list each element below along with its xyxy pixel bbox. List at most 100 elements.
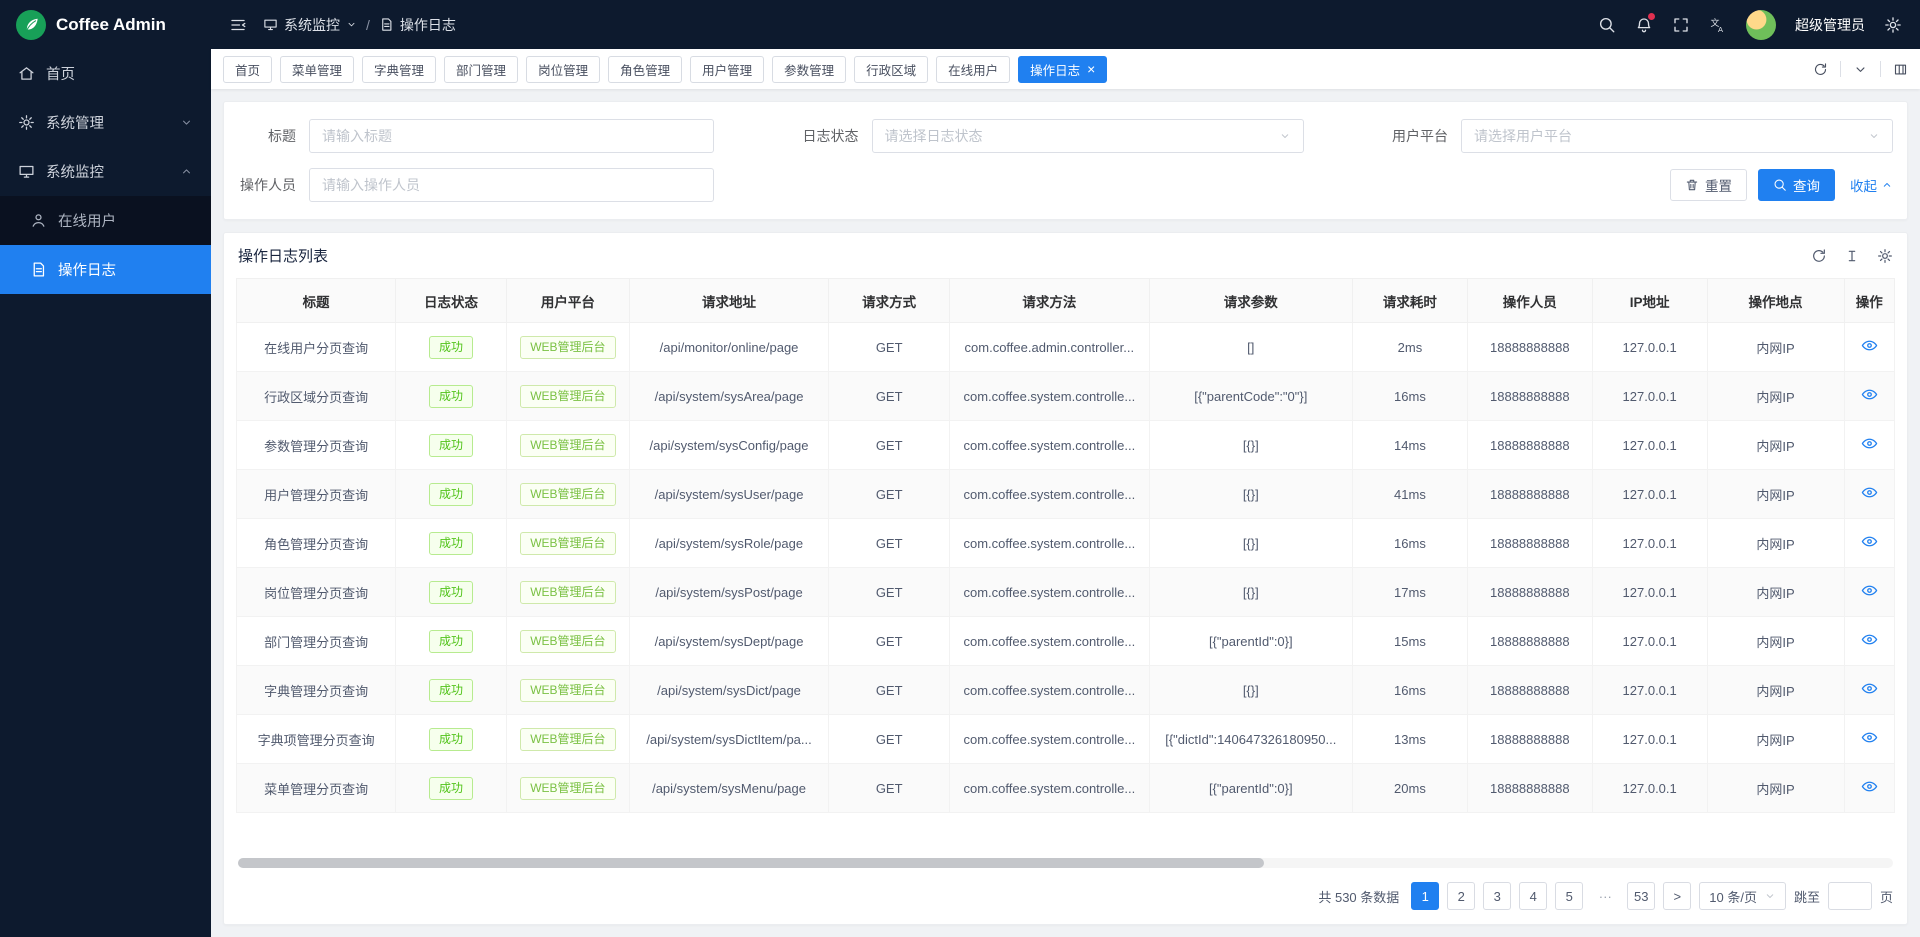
tab-item[interactable]: 操作日志× <box>1018 56 1107 83</box>
fullscreen-icon[interactable] <box>1672 16 1690 34</box>
cell-action <box>1844 617 1894 666</box>
page-button-5[interactable]: 5 <box>1555 882 1583 910</box>
platform-tag: WEB管理后台 <box>520 532 615 555</box>
cell-ip: 127.0.0.1 <box>1592 470 1707 519</box>
page-button-2[interactable]: 2 <box>1447 882 1475 910</box>
cell-method: GET <box>829 372 950 421</box>
reset-button[interactable]: 重置 <box>1670 169 1747 201</box>
scrollbar-thumb[interactable] <box>238 858 1264 868</box>
table-density-icon[interactable] <box>1844 248 1860 264</box>
avatar[interactable] <box>1746 10 1776 40</box>
view-detail-icon[interactable] <box>1861 729 1878 746</box>
search-button[interactable]: 查询 <box>1758 169 1835 201</box>
cell-params: [{}] <box>1149 470 1352 519</box>
tabs-layout-icon[interactable] <box>1893 62 1908 77</box>
view-detail-icon[interactable] <box>1861 435 1878 452</box>
cell-ip: 127.0.0.1 <box>1592 519 1707 568</box>
cell-url: /api/system/sysArea/page <box>629 372 828 421</box>
user-platform-select[interactable]: 请选择用户平台 <box>1461 119 1893 153</box>
tab-list: 首页菜单管理字典管理部门管理岗位管理角色管理用户管理参数管理行政区域在线用户操作… <box>223 56 1813 83</box>
tabs-refresh-icon[interactable] <box>1813 62 1828 77</box>
sidebar-subitem[interactable]: 在线用户 <box>0 196 211 245</box>
tab-close-icon[interactable]: × <box>1087 62 1095 76</box>
status-tag: 成功 <box>429 581 473 604</box>
tab-item[interactable]: 菜单管理 <box>280 56 354 83</box>
cell-duration: 15ms <box>1353 617 1468 666</box>
chevron-up-icon <box>1881 179 1893 191</box>
coffee-leaf-icon <box>16 10 46 40</box>
cell-url: /api/system/sysDictItem/pa... <box>629 715 828 764</box>
operator-input[interactable] <box>309 168 714 202</box>
sidebar-item[interactable]: 首页 <box>0 49 211 98</box>
tabs-dropdown-icon[interactable] <box>1853 62 1868 77</box>
tab-item[interactable]: 参数管理 <box>772 56 846 83</box>
log-table-card: 操作日志列表 标题日志状态用户平台请求地址请求方式请求方法请求参数请求耗时操作人… <box>223 232 1908 925</box>
view-detail-icon[interactable] <box>1861 484 1878 501</box>
column-header-platform: 用户平台 <box>506 279 629 323</box>
notifications-button[interactable] <box>1635 16 1653 34</box>
tab-item[interactable]: 用户管理 <box>690 56 764 83</box>
cell-platform: WEB管理后台 <box>506 470 629 519</box>
log-status-select[interactable]: 请选择日志状态 <box>872 119 1304 153</box>
page-button-3[interactable]: 3 <box>1483 882 1511 910</box>
cell-params: [{}] <box>1149 421 1352 470</box>
jump-page-input[interactable] <box>1828 882 1872 910</box>
translate-icon[interactable]: 文A <box>1709 16 1727 34</box>
tab-item[interactable]: 部门管理 <box>444 56 518 83</box>
view-detail-icon[interactable] <box>1861 533 1878 550</box>
tab-bar: 首页菜单管理字典管理部门管理岗位管理角色管理用户管理参数管理行政区域在线用户操作… <box>211 49 1920 89</box>
tab-item[interactable]: 角色管理 <box>608 56 682 83</box>
cell-handler: com.coffee.admin.controller... <box>950 323 1149 372</box>
title-input[interactable] <box>309 119 714 153</box>
notification-badge <box>1648 13 1655 20</box>
cell-status: 成功 <box>396 764 507 813</box>
header-settings-icon[interactable] <box>1884 16 1902 34</box>
log-row: 菜单管理分页查询成功WEB管理后台/api/system/sysMenu/pag… <box>237 764 1895 813</box>
sidebar-toggle-icon[interactable] <box>229 16 247 34</box>
cell-location: 内网IP <box>1707 323 1844 372</box>
breadcrumb-item[interactable]: 系统监控 <box>263 15 357 35</box>
horizontal-scrollbar[interactable] <box>238 858 1893 868</box>
tab-item[interactable]: 行政区域 <box>854 56 928 83</box>
table-refresh-icon[interactable] <box>1811 248 1827 264</box>
page-button-53[interactable]: 53 <box>1627 882 1655 910</box>
page-button-1[interactable]: 1 <box>1411 882 1439 910</box>
tab-item[interactable]: 岗位管理 <box>526 56 600 83</box>
sidebar-item[interactable]: 系统管理 <box>0 98 211 147</box>
cell-action <box>1844 470 1894 519</box>
sidebar-item[interactable]: 系统监控 <box>0 147 211 196</box>
sidebar-subitem[interactable]: 操作日志 <box>0 245 211 294</box>
page-size-select[interactable]: 10 条/页 <box>1699 882 1786 910</box>
tab-item[interactable]: 首页 <box>223 56 272 83</box>
log-row: 部门管理分页查询成功WEB管理后台/api/system/sysDept/pag… <box>237 617 1895 666</box>
cell-params: [{}] <box>1149 666 1352 715</box>
page-button-4[interactable]: 4 <box>1519 882 1547 910</box>
tab-item[interactable]: 在线用户 <box>936 56 1010 83</box>
total-count: 共 530 条数据 <box>1318 887 1399 906</box>
cell-operator: 18888888888 <box>1467 421 1592 470</box>
column-header-method: 请求方式 <box>829 279 950 323</box>
view-detail-icon[interactable] <box>1861 778 1878 795</box>
breadcrumb-item[interactable]: 操作日志 <box>379 15 456 35</box>
platform-tag: WEB管理后台 <box>520 679 615 702</box>
platform-tag: WEB管理后台 <box>520 336 615 359</box>
next-page-button[interactable]: > <box>1663 882 1691 910</box>
global-search-icon[interactable] <box>1598 16 1616 34</box>
divider <box>1880 61 1881 77</box>
tab-item[interactable]: 字典管理 <box>362 56 436 83</box>
status-tag: 成功 <box>429 336 473 359</box>
view-detail-icon[interactable] <box>1861 337 1878 354</box>
page-ellipsis[interactable]: ··· <box>1591 882 1619 910</box>
cell-action <box>1844 421 1894 470</box>
log-row: 字典管理分页查询成功WEB管理后台/api/system/sysDict/pag… <box>237 666 1895 715</box>
table-settings-icon[interactable] <box>1877 248 1893 264</box>
status-tag: 成功 <box>429 483 473 506</box>
view-detail-icon[interactable] <box>1861 631 1878 648</box>
view-detail-icon[interactable] <box>1861 680 1878 697</box>
view-detail-icon[interactable] <box>1861 582 1878 599</box>
view-detail-icon[interactable] <box>1861 386 1878 403</box>
operator-label: 操作人员 <box>238 175 296 195</box>
content-area: 标题 日志状态 请选择日志状态 用户平台 请选择用户平台 <box>211 89 1920 937</box>
collapse-filter-link[interactable]: 收起 <box>1850 175 1893 195</box>
cell-method: GET <box>829 715 950 764</box>
